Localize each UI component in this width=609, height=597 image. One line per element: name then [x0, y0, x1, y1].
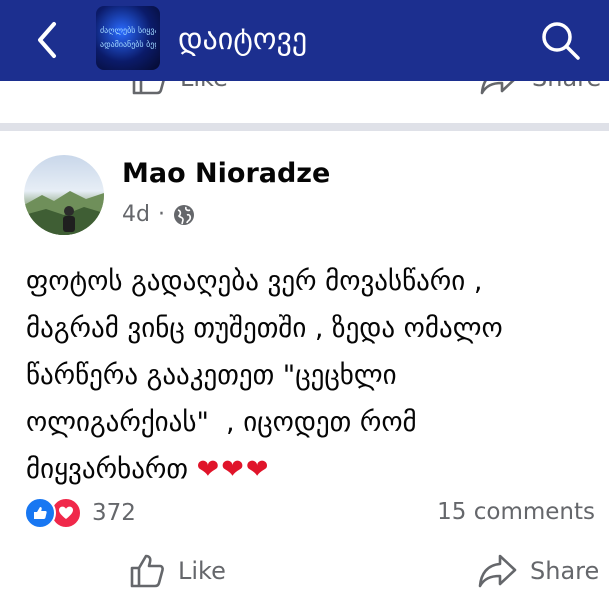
- post-time[interactable]: 4d: [122, 202, 150, 227]
- reaction-summary[interactable]: 372: [24, 497, 136, 529]
- previous-like-button[interactable]: Like: [130, 81, 228, 97]
- like-reaction-icon: [24, 497, 56, 529]
- previous-post-actions: Like Share: [0, 81, 609, 123]
- thumbnail-text-line: ადამიანებს ბედნი: [100, 40, 156, 49]
- reaction-count: 372: [92, 500, 136, 526]
- post-meta: 4d ·: [122, 202, 195, 227]
- search-button[interactable]: [538, 18, 582, 62]
- share-button[interactable]: Share: [478, 552, 599, 590]
- comments-count[interactable]: 15 comments: [437, 499, 595, 525]
- chevron-left-icon: [38, 22, 56, 58]
- previous-share-label: Share: [532, 81, 601, 92]
- back-button[interactable]: [30, 18, 66, 62]
- like-button[interactable]: Like: [128, 552, 226, 590]
- previous-share-button[interactable]: Share: [480, 81, 601, 97]
- group-thumbnail[interactable]: ძაღლებს სიყვარ ადამიანებს ბედნი: [96, 6, 160, 70]
- avatar[interactable]: [24, 155, 104, 235]
- group-name[interactable]: დაიტოვე: [178, 20, 307, 60]
- thumbs-up-icon: [130, 554, 164, 588]
- post-author[interactable]: Mao Nioradze: [122, 158, 330, 189]
- meta-separator: ·: [157, 202, 165, 227]
- like-label: Like: [178, 557, 226, 585]
- feed-divider: [0, 123, 609, 131]
- share-label: Share: [530, 557, 600, 585]
- post-body: ფოტოს გადაღება ვერ მოვასწარი , მაგრამ ვი…: [26, 258, 609, 493]
- post-text: ფოტოს გადაღება ვერ მოვასწარი , მაგრამ ვი…: [26, 266, 503, 485]
- thumbnail-text-line: ძაღლებს სიყვარ: [100, 26, 156, 35]
- previous-like-label: Like: [180, 81, 228, 92]
- share-arrow-icon: [480, 81, 515, 95]
- search-icon: [542, 22, 580, 60]
- thumbs-up-icon: [132, 81, 165, 95]
- avatar-photo: [24, 191, 104, 235]
- globe-icon[interactable]: [173, 204, 195, 226]
- share-arrow-icon: [478, 554, 517, 588]
- app-bar: ძაღლებს სიყვარ ადამიანებს ბედნი დაიტოვე: [0, 0, 609, 81]
- heart-emoji: ❤❤❤: [196, 454, 271, 485]
- post-actions: Like Share: [0, 548, 609, 597]
